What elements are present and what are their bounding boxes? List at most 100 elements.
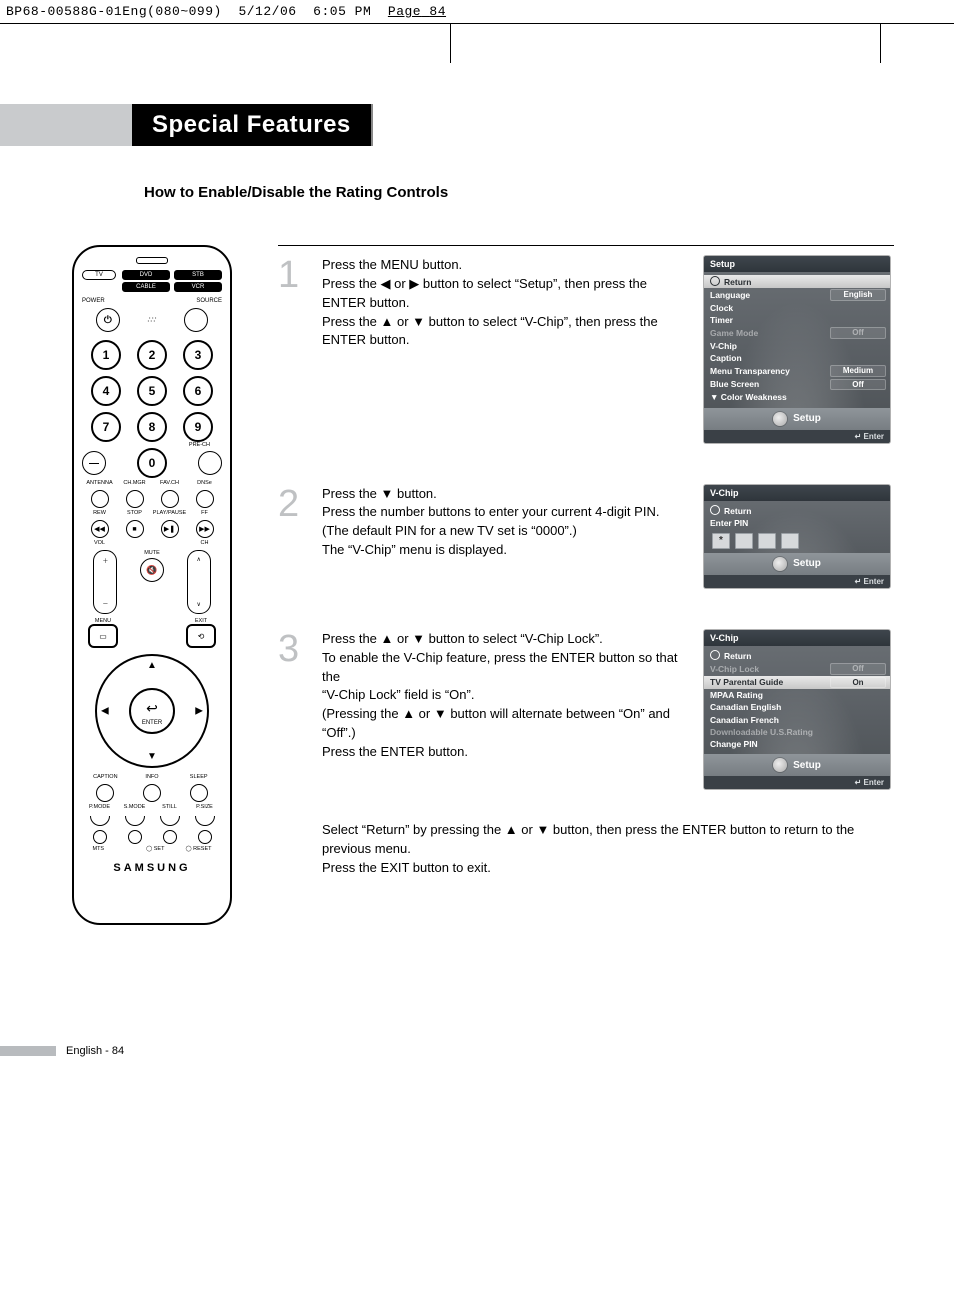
- ff-icon: ▶▶: [196, 520, 214, 538]
- osd-enter-strip: ↵ Enter: [704, 430, 890, 443]
- pin-box: [735, 533, 753, 549]
- osd-enter-strip: ↵ Enter: [704, 776, 890, 789]
- menu-button: ▭: [88, 624, 118, 648]
- remote-illustration: TV DVD STB CABLE VCR POWER: [72, 245, 232, 925]
- osd-item-label: ▼ Color Weakness: [710, 392, 787, 402]
- label-sleep: SLEEP: [175, 774, 222, 780]
- osd-item: MPAA Rating: [710, 689, 886, 701]
- osd-item: V-Chip: [710, 340, 886, 352]
- osd-item-value: On: [830, 677, 886, 689]
- nav-down-icon: ▼: [147, 751, 157, 762]
- osd-item: TV Parental Guide On: [704, 676, 890, 690]
- mute-button: 🔇: [140, 558, 164, 582]
- osd-screenshot: V-ChipReturnV-Chip LockOffTV Parental Gu…: [704, 630, 890, 789]
- osd-item: Game ModeOff: [710, 326, 886, 340]
- label-favch: FAV.CH: [152, 480, 187, 486]
- pin-box: *: [712, 533, 730, 549]
- slug-jobid: BP68-00588G-01Eng(080~099): [6, 4, 222, 19]
- osd-body: ReturnLanguageEnglishClockTimerGame Mode…: [704, 272, 890, 408]
- stop-icon: ■: [126, 520, 144, 538]
- osd-item-value: Off: [830, 663, 886, 675]
- osd-screenshot: V-ChipReturnEnter PIN* Setup ↵ Enter: [704, 485, 890, 588]
- osd-item-label: V-Chip Lock: [710, 664, 759, 674]
- gear-icon: [773, 758, 787, 772]
- osd-item: Clock: [710, 302, 886, 314]
- osd-tray-label: Setup: [793, 413, 821, 424]
- label-psize: P.SIZE: [187, 804, 222, 810]
- key-prech: [198, 451, 222, 475]
- slug-page-label: Page: [388, 4, 421, 19]
- osd-item: Return: [710, 504, 886, 517]
- label-stop: STOP: [117, 510, 152, 516]
- label-dnse: DNSe: [187, 480, 222, 486]
- label-still: STILL: [152, 804, 187, 810]
- osd-title: V-Chip: [704, 485, 890, 501]
- mode-vcr: VCR: [174, 282, 222, 292]
- osd-item: Downloadable U.S.Rating: [710, 726, 886, 738]
- step-text: Press the ▲ or ▼ button to select “V-Chi…: [322, 630, 690, 762]
- nav-right-icon: ▶: [195, 706, 203, 717]
- label-caption: CAPTION: [82, 774, 129, 780]
- osd-item-value: Medium: [830, 365, 886, 377]
- key-1: 1: [91, 340, 121, 370]
- osd-item-label: Canadian French: [710, 715, 779, 725]
- slug-date: 5/12/06: [238, 4, 296, 19]
- step-number: 1: [278, 256, 308, 294]
- osd-item: ▼ Color Weakness: [710, 391, 886, 403]
- steps-column: 1Press the MENU button.Press the ◀ or ▶ …: [278, 245, 894, 925]
- gear-icon: [773, 412, 787, 426]
- osd-title: V-Chip: [704, 630, 890, 646]
- mode-dvd: DVD: [122, 270, 170, 280]
- osd-item-label: Return: [710, 650, 751, 661]
- volume-rocker: ＋－: [93, 550, 117, 614]
- gear-icon: [773, 557, 787, 571]
- osd-item-label: MPAA Rating: [710, 690, 763, 700]
- key-0: 0: [137, 448, 167, 478]
- osd-item-label: Language: [710, 290, 750, 300]
- mode-cable: CABLE: [122, 282, 170, 292]
- osd-tray: Setup: [704, 408, 890, 430]
- pin-box: [781, 533, 799, 549]
- osd-body: ReturnEnter PIN*: [704, 501, 890, 553]
- pin-box: [758, 533, 776, 549]
- label-ff: FF: [187, 510, 222, 516]
- label-play: PLAY/PAUSE: [152, 510, 187, 516]
- osd-item: Blue ScreenOff: [710, 378, 886, 392]
- osd-item-label: Menu Transparency: [710, 366, 790, 376]
- step: 2 Press the ▼ button.Press the number but…: [278, 475, 894, 620]
- pin-entry: *: [712, 533, 886, 549]
- label-ch: CH: [187, 540, 222, 546]
- step-text: Press the ▼ button.Press the number butt…: [322, 485, 690, 560]
- label-antenna: ANTENNA: [82, 480, 117, 486]
- label-rew: REW: [82, 510, 117, 516]
- osd-item: Return: [704, 275, 890, 288]
- nav-up-icon: ▲: [147, 660, 157, 671]
- nav-ring: ▲ ▼ ◀ ▶ ENTER: [95, 654, 209, 768]
- osd-item: Change PIN: [710, 738, 886, 750]
- osd-item-label: V-Chip: [710, 341, 737, 351]
- channel-rocker: ∧∨: [187, 550, 211, 614]
- osd-item: Timer: [710, 314, 886, 326]
- osd-tray-label: Setup: [793, 760, 821, 771]
- step: 3Press the ▲ or ▼ button to select “V-Ch…: [278, 620, 894, 821]
- key-4: 4: [91, 376, 121, 406]
- osd-enter-strip: ↵ Enter: [704, 575, 890, 588]
- osd-tray-label: Setup: [793, 558, 821, 569]
- osd-item: Canadian English: [710, 701, 886, 713]
- enter-button: ENTER: [129, 688, 175, 734]
- label-set: SET: [154, 846, 165, 852]
- page-subheading: How to Enable/Disable the Rating Control…: [144, 184, 894, 201]
- label-mts: MTS: [92, 846, 104, 852]
- osd-item-label: TV Parental Guide: [710, 677, 783, 687]
- label-info: INFO: [129, 774, 176, 780]
- osd-tray: Setup: [704, 754, 890, 776]
- osd-item-label: Caption: [710, 353, 742, 363]
- step-number: 2: [278, 485, 308, 523]
- osd-item-label: Clock: [710, 303, 733, 313]
- key-2: 2: [137, 340, 167, 370]
- section-heading-bar: Special Features: [0, 104, 894, 146]
- nav-left-icon: ◀: [101, 706, 109, 717]
- mode-stb: STB: [174, 270, 222, 280]
- footer-text: English - 84: [66, 1045, 124, 1057]
- label-smode: S.MODE: [117, 804, 152, 810]
